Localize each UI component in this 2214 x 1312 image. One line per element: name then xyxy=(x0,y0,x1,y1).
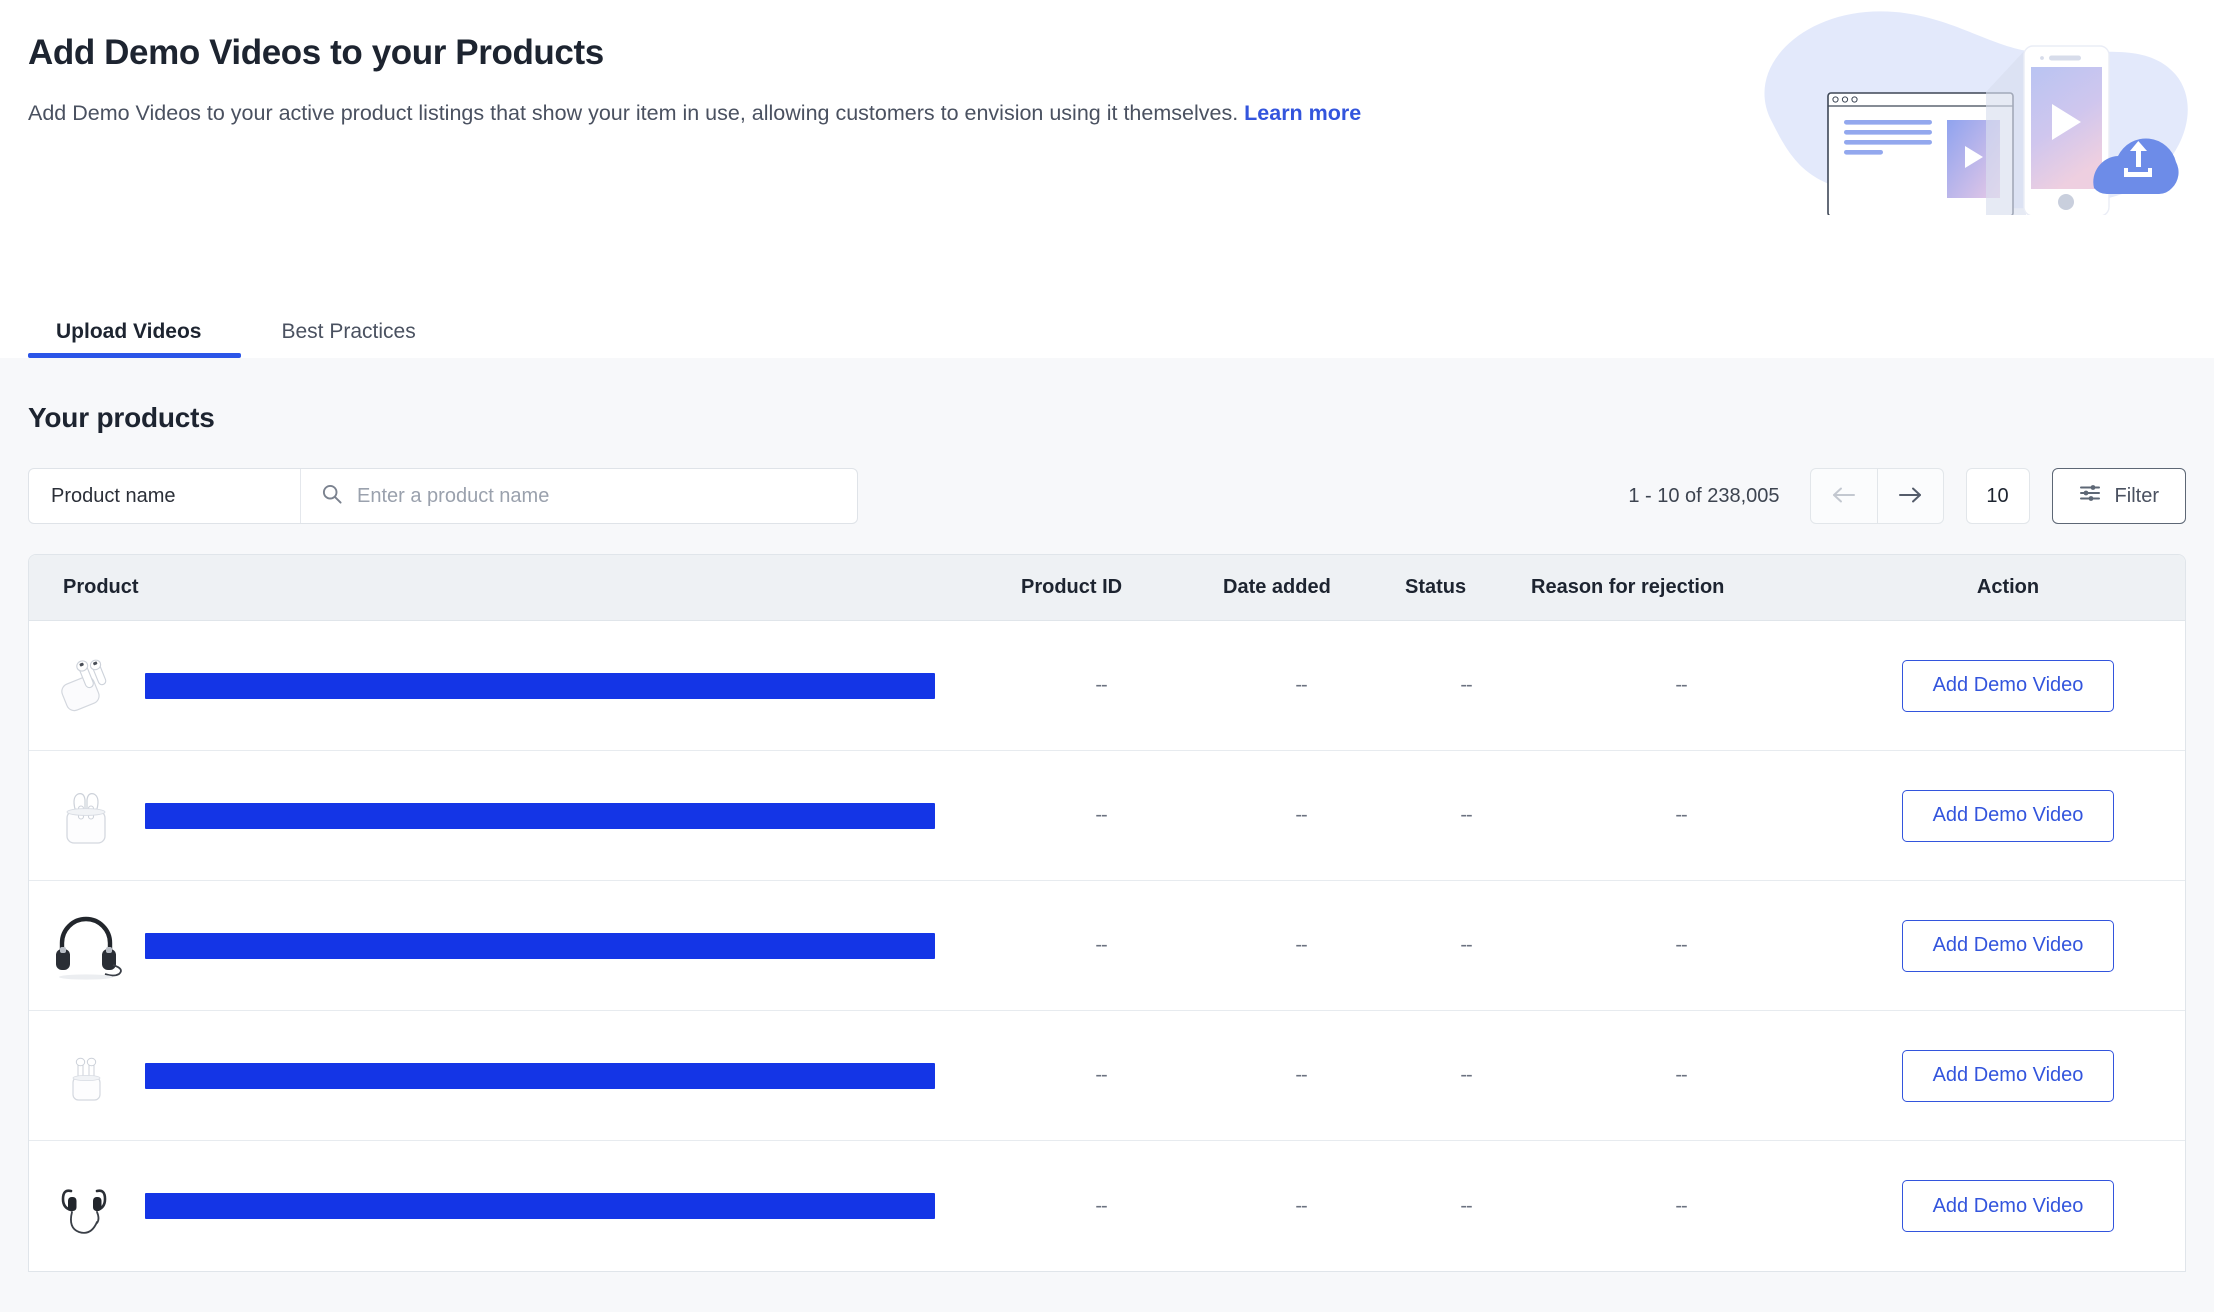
pagination-range-label: 1 - 10 of 238,005 xyxy=(1628,485,1779,508)
airpods-open-case-thumbnail xyxy=(47,777,125,855)
tab-bar: Upload Videos Best Practices xyxy=(0,286,2214,358)
airpods-small-case-thumbnail xyxy=(47,1037,125,1115)
wireless-earhook-earbuds-thumbnail xyxy=(47,1167,125,1245)
date-added-cell: -- xyxy=(1201,804,1401,827)
tab-best-practices[interactable]: Best Practices xyxy=(241,321,455,358)
product-name-redacted xyxy=(145,1063,935,1089)
toolbar-right-group: 1 - 10 of 238,005 xyxy=(1628,468,2186,524)
product-name-redacted xyxy=(145,933,935,959)
page-body: Your products Product name 1 - 10 of 238… xyxy=(0,358,2214,1272)
action-cell: Add Demo Video xyxy=(1831,1180,2185,1232)
product-name-redacted xyxy=(145,803,935,829)
reason-cell: -- xyxy=(1531,804,1831,827)
status-cell: -- xyxy=(1401,804,1531,827)
column-header-status: Status xyxy=(1401,576,1531,599)
filter-button-label: Filter xyxy=(2115,485,2159,508)
page-subtitle-text: Add Demo Videos to your active product l… xyxy=(28,101,1244,125)
add-demo-video-button[interactable]: Add Demo Video xyxy=(1902,920,2115,972)
product-cell xyxy=(29,1167,1001,1245)
date-added-cell: -- xyxy=(1201,1195,1401,1218)
product-id-cell: -- xyxy=(1001,804,1201,827)
products-table: Product Product ID Date added Status Rea… xyxy=(28,554,2186,1272)
table-row: -- -- -- -- Add Demo Video xyxy=(29,621,2185,751)
search-scope-label: Product name xyxy=(51,485,176,508)
page-size-selector[interactable]: 10 xyxy=(1966,468,2030,524)
page-header: Add Demo Videos to your Products Add Dem… xyxy=(0,0,2214,358)
over-ear-headphones-thumbnail xyxy=(47,907,125,985)
product-cell xyxy=(29,777,1001,855)
previous-page-button[interactable] xyxy=(1811,469,1877,523)
product-search-group: Product name xyxy=(28,468,858,524)
product-cell xyxy=(29,647,1001,725)
column-header-date-added: Date added xyxy=(1201,576,1401,599)
next-page-button[interactable] xyxy=(1877,469,1943,523)
search-field xyxy=(301,469,857,523)
page-title: Add Demo Videos to your Products xyxy=(28,32,1612,74)
column-header-product: Product xyxy=(29,576,1001,599)
product-name-redacted xyxy=(145,673,935,699)
table-row: -- -- -- -- Add Demo Video xyxy=(29,1141,2185,1271)
column-header-product-id: Product ID xyxy=(1001,576,1201,599)
status-cell: -- xyxy=(1401,674,1531,697)
search-input[interactable] xyxy=(357,485,837,508)
products-toolbar: Product name 1 - 10 of 238,005 xyxy=(28,468,2186,524)
page-subtitle: Add Demo Videos to your active product l… xyxy=(28,98,1548,129)
earbuds-with-case-thumbnail xyxy=(47,647,125,725)
product-name-redacted xyxy=(145,1193,935,1219)
reason-cell: -- xyxy=(1531,1195,1831,1218)
status-cell: -- xyxy=(1401,1064,1531,1087)
filter-button[interactable]: Filter xyxy=(2052,468,2186,524)
action-cell: Add Demo Video xyxy=(1831,790,2185,842)
arrow-right-icon xyxy=(1896,485,1924,508)
search-icon xyxy=(321,483,343,510)
header-text-block: Add Demo Videos to your Products Add Dem… xyxy=(0,32,1640,129)
tab-upload-videos[interactable]: Upload Videos xyxy=(28,321,241,358)
table-row: -- -- -- -- Add Demo Video xyxy=(29,751,2185,881)
search-scope-selector[interactable]: Product name xyxy=(29,469,301,523)
product-id-cell: -- xyxy=(1001,934,1201,957)
add-demo-video-button[interactable]: Add Demo Video xyxy=(1902,660,2115,712)
status-cell: -- xyxy=(1401,1195,1531,1218)
table-header-row: Product Product ID Date added Status Rea… xyxy=(29,555,2185,621)
video-upload-illustration xyxy=(1736,0,2206,215)
add-demo-video-button[interactable]: Add Demo Video xyxy=(1902,1180,2115,1232)
table-row: -- -- -- -- Add Demo Video xyxy=(29,881,2185,1011)
action-cell: Add Demo Video xyxy=(1831,660,2185,712)
product-id-cell: -- xyxy=(1001,674,1201,697)
action-cell: Add Demo Video xyxy=(1831,920,2185,972)
learn-more-link[interactable]: Learn more xyxy=(1244,101,1361,125)
reason-cell: -- xyxy=(1531,934,1831,957)
add-demo-video-button[interactable]: Add Demo Video xyxy=(1902,1050,2115,1102)
pagination-controls xyxy=(1810,468,1944,524)
arrow-left-icon xyxy=(1830,485,1858,508)
add-demo-video-button[interactable]: Add Demo Video xyxy=(1902,790,2115,842)
product-id-cell: -- xyxy=(1001,1064,1201,1087)
action-cell: Add Demo Video xyxy=(1831,1050,2185,1102)
table-row: -- -- -- -- Add Demo Video xyxy=(29,1011,2185,1141)
date-added-cell: -- xyxy=(1201,674,1401,697)
sliders-icon xyxy=(2079,483,2101,509)
reason-cell: -- xyxy=(1531,1064,1831,1087)
reason-cell: -- xyxy=(1531,674,1831,697)
date-added-cell: -- xyxy=(1201,934,1401,957)
status-cell: -- xyxy=(1401,934,1531,957)
product-cell xyxy=(29,1037,1001,1115)
section-title: Your products xyxy=(28,358,2186,434)
column-header-action: Action xyxy=(1831,576,2185,599)
date-added-cell: -- xyxy=(1201,1064,1401,1087)
column-header-reason-for-rejection: Reason for rejection xyxy=(1531,576,1831,599)
product-id-cell: -- xyxy=(1001,1195,1201,1218)
product-cell xyxy=(29,907,1001,985)
